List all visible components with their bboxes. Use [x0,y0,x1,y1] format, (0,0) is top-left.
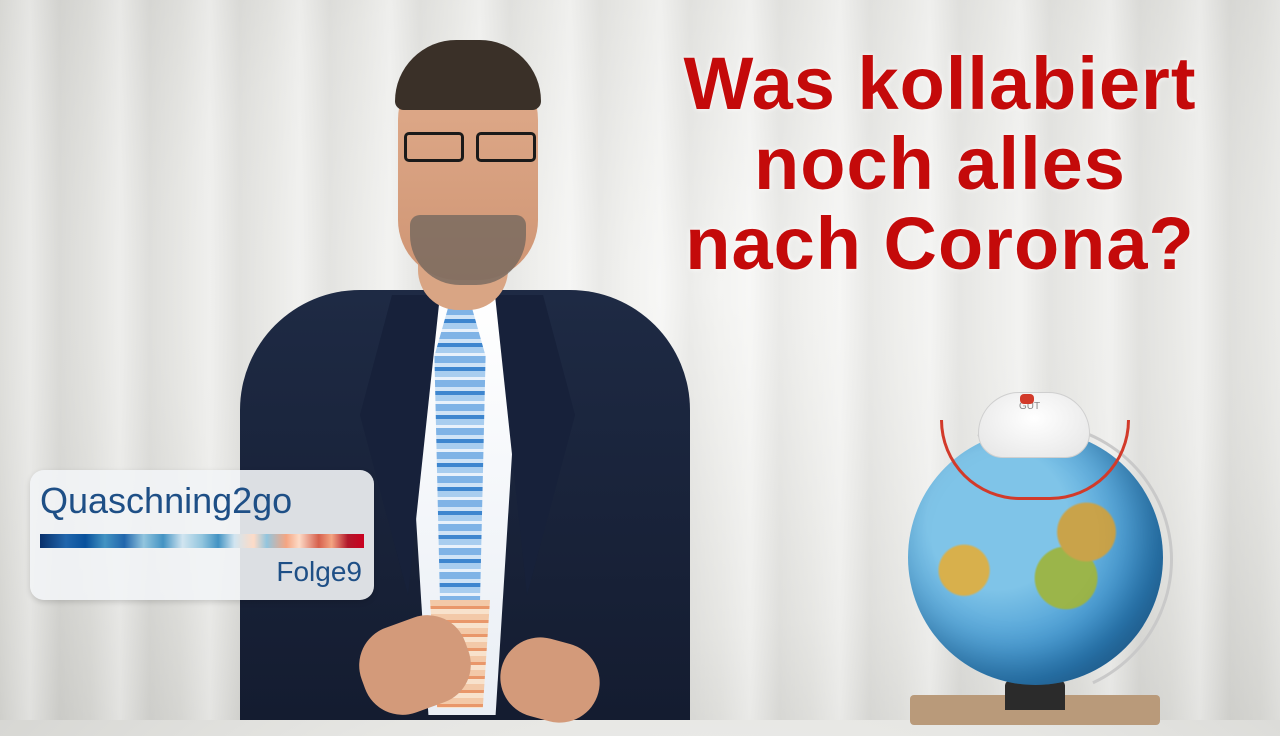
face-mask: GUT [978,392,1090,458]
show-logo: Quaschning2go Folge9 [30,470,374,600]
headline: Was kollabiert noch alles nach Corona? [620,44,1260,284]
globe-with-mask: GUT [859,380,1212,736]
mask-valve [1020,394,1034,404]
headline-line-3: nach Corona? [685,202,1195,285]
episode-label: Folge9 [276,556,362,587]
warming-stripes [40,534,364,548]
glasses [400,132,540,164]
headline-line-1: Was kollabiert [683,42,1197,125]
headline-line-2: noch alles [754,122,1126,205]
hair [395,40,541,110]
show-title: Quaschning2go [40,480,293,521]
